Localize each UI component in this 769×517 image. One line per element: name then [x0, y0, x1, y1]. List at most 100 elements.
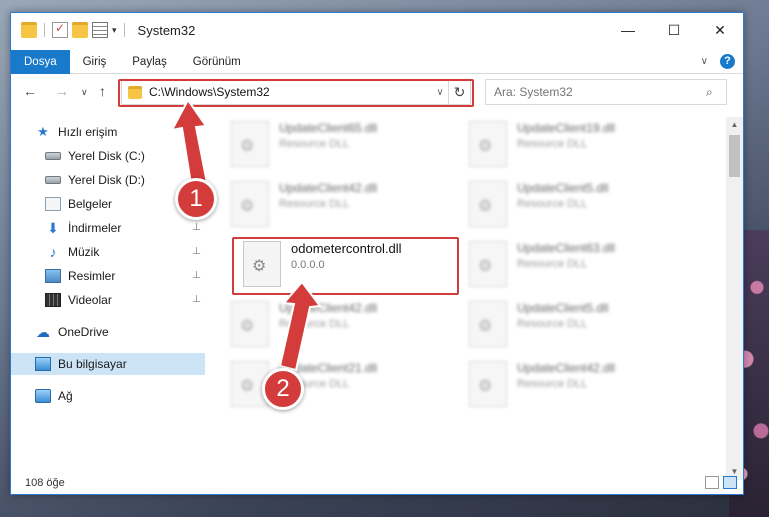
file-name: UpdateClient19.dll [517, 121, 616, 135]
back-arrow-icon[interactable]: ← [23, 83, 37, 99]
file-tile[interactable]: UpdateClient42.dll Resource DLL [223, 297, 449, 351]
file-name: UpdateClient42.dll [279, 181, 378, 195]
file-tile[interactable]: UpdateClient42.dll Resource DLL [461, 357, 687, 411]
file-list: UpdateClient65.dll Resource DLL UpdateCli… [223, 117, 721, 467]
pin-icon[interactable]: ⊥ [192, 294, 201, 305]
tab-view[interactable]: Görünüm [180, 50, 254, 74]
scrollbar-thumb[interactable] [729, 135, 740, 177]
recent-locations-chevron-icon[interactable]: ∨ [81, 87, 88, 98]
file-description: Resource DLL [279, 138, 350, 150]
scroll-up-arrow-icon[interactable]: ▲ [726, 117, 743, 133]
close-button[interactable]: ✕ [697, 13, 743, 47]
music-icon: ♪ [49, 244, 57, 260]
file-name: UpdateClient63.dll [517, 241, 616, 255]
ribbon-tabs: Dosya Giriş Paylaş Görünüm ∨ ? [11, 49, 743, 74]
dll-file-icon [243, 241, 281, 287]
file-explorer-window: ▾ System32 — ☐ ✕ Dosya Giriş Paylaş Görü… [10, 12, 744, 495]
file-description: Resource DLL [517, 378, 588, 390]
file-tile[interactable]: UpdateClient63.dll Resource DLL [461, 237, 687, 291]
expand-ribbon-chevron-icon[interactable]: ∨ [701, 56, 708, 67]
dll-file-icon [231, 121, 269, 167]
tab-home[interactable]: Giriş [70, 50, 120, 74]
disk-icon [45, 176, 61, 184]
sidebar-item-label: Videolar [68, 293, 112, 307]
sidebar-item-quick-access[interactable]: ★ Hızlı erişim [35, 121, 205, 143]
maximize-button[interactable]: ☐ [651, 13, 697, 47]
dll-file-icon [231, 301, 269, 347]
sidebar-item-label: İndirmeler [68, 221, 122, 235]
file-description: Resource DLL [517, 318, 588, 330]
item-count: 108 öğe [25, 477, 65, 489]
folder-icon [21, 22, 37, 38]
file-name: UpdateClient5.dll [517, 181, 609, 195]
details-view-icon[interactable] [705, 476, 719, 489]
sidebar-item-pictures[interactable]: Resimler ⊥ [45, 265, 205, 287]
dll-file-icon [469, 361, 507, 407]
file-tile[interactable]: UpdateClient19.dll Resource DLL [461, 117, 687, 171]
file-tile[interactable]: UpdateClient5.dll Resource DLL [461, 177, 687, 231]
status-bar: 108 öğe [11, 472, 743, 494]
file-description: Resource DLL [517, 198, 588, 210]
window-controls: — ☐ ✕ [605, 13, 743, 47]
file-tile[interactable]: UpdateClient21.dllResource DLL [223, 357, 449, 411]
tab-file[interactable]: Dosya [11, 49, 70, 74]
dll-file-icon [469, 121, 507, 167]
sidebar-item-label: OneDrive [58, 325, 109, 339]
search-input[interactable] [494, 85, 706, 99]
file-tile[interactable]: UpdateClient5.dll Resource DLL [461, 297, 687, 351]
sidebar-item-disk-c[interactable]: Yerel Disk (C:) ⊥ [45, 145, 205, 167]
search-box[interactable]: ⌕ [485, 79, 727, 105]
file-name: UpdateClient65.dll [279, 121, 378, 135]
address-bar[interactable]: C:\Windows\System32 ∨ ↻ [121, 79, 471, 105]
toolbar-separator [123, 23, 125, 37]
properties-icon[interactable] [92, 22, 108, 38]
disk-icon [45, 152, 61, 160]
sidebar-item-network[interactable]: Ağ [35, 385, 205, 407]
tab-share[interactable]: Paylaş [119, 50, 180, 74]
folder-icon [128, 85, 142, 99]
tiles-view-icon[interactable] [723, 476, 737, 489]
network-icon [35, 389, 51, 403]
file-tile-odometercontrol[interactable]: odometercontrol.dll 0.0.0.0 [235, 237, 461, 291]
sidebar-item-music[interactable]: ♪ Müzik ⊥ [45, 241, 205, 263]
help-icon[interactable]: ? [720, 54, 735, 69]
vertical-scrollbar[interactable]: ▲ ▼ [726, 117, 743, 480]
navigation-pane: ★ Hızlı erişim Yerel Disk (C:) ⊥ Yerel D… [11, 117, 207, 457]
address-dropdown-chevron-icon[interactable]: ∨ [432, 87, 448, 98]
sidebar-item-this-pc[interactable]: Bu bilgisayar [11, 353, 205, 375]
file-description: Resource DLL [517, 138, 588, 150]
dll-file-icon [469, 181, 507, 227]
sidebar-item-onedrive[interactable]: ☁ OneDrive [35, 321, 205, 343]
star-icon: ★ [37, 124, 49, 139]
sidebar-item-label: Yerel Disk (C:) [68, 149, 145, 163]
file-name: UpdateClient42.dll [517, 361, 616, 375]
pin-icon[interactable]: ⊥ [192, 246, 201, 257]
refresh-icon[interactable]: ↻ [448, 80, 470, 104]
sidebar-item-downloads[interactable]: ⬇ İndirmeler ⊥ [45, 217, 205, 239]
computer-icon [35, 357, 51, 371]
documents-icon [45, 197, 61, 211]
sidebar-item-videos[interactable]: Videolar ⊥ [45, 289, 205, 311]
pin-icon[interactable]: ⊥ [192, 150, 201, 161]
toolbar-separator [44, 23, 45, 37]
minimize-button[interactable]: — [605, 13, 651, 47]
properties-check-icon[interactable] [52, 21, 68, 38]
ribbon-right-controls: ∨ ? [701, 54, 735, 69]
file-description: Resource DLL [279, 198, 350, 210]
sidebar-item-label: Bu bilgisayar [58, 357, 127, 371]
cloud-icon: ☁ [36, 324, 50, 340]
file-name: odometercontrol.dll [291, 241, 402, 256]
customize-toolbar-arrow-icon[interactable]: ▾ [112, 25, 117, 36]
forward-arrow-icon[interactable]: → [55, 83, 69, 99]
file-tile[interactable]: UpdateClient65.dll Resource DLL [223, 117, 449, 171]
sidebar-item-label: Müzik [68, 245, 100, 259]
sidebar-item-label: Hızlı erişim [58, 125, 118, 139]
pin-icon[interactable]: ⊥ [192, 270, 201, 281]
dll-file-icon [231, 181, 269, 227]
file-tile[interactable]: UpdateClient42.dll Resource DLL [223, 177, 449, 231]
window-title: System32 [137, 22, 196, 38]
address-path[interactable]: C:\Windows\System32 [149, 85, 432, 99]
pin-icon[interactable]: ⊥ [192, 222, 201, 233]
up-arrow-icon[interactable]: ↑ [99, 83, 106, 99]
new-folder-icon[interactable] [72, 22, 88, 38]
